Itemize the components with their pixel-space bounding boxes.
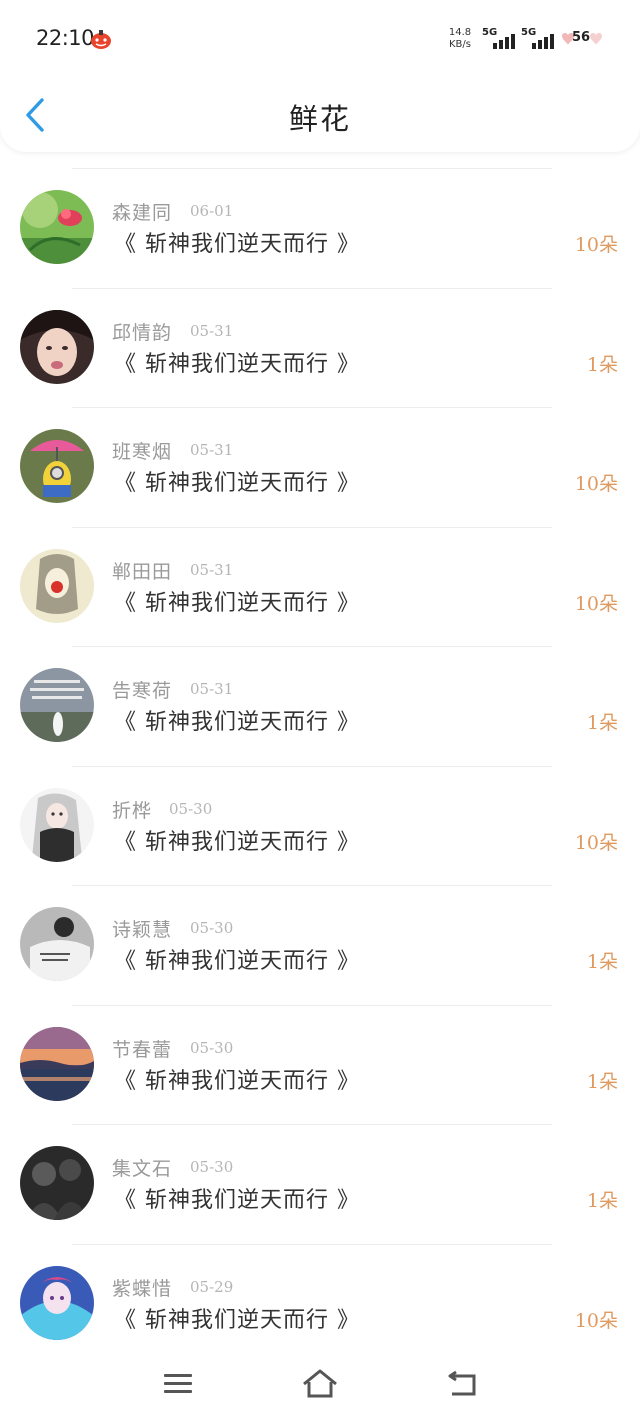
send-date: 05-30 bbox=[190, 1158, 234, 1176]
list-item[interactable]: 集文石 05-30 《 斩神我们逆天而行 》 1朵 bbox=[0, 1124, 640, 1244]
signal-5g-sim1: 5G bbox=[482, 27, 516, 49]
network-speed-unit: KB/s bbox=[449, 39, 471, 50]
list-item[interactable]: 郸田田 05-31 《 斩神我们逆天而行 》 10朵 bbox=[0, 526, 640, 647]
avatar[interactable] bbox=[20, 1026, 94, 1101]
list-item[interactable]: 班寒烟 05-31 《 斩神我们逆天而行 》 10朵 bbox=[0, 407, 640, 527]
send-date: 05-31 bbox=[190, 441, 234, 459]
book-title[interactable]: 《 斩神我们逆天而行 》 bbox=[114, 226, 360, 258]
sender-name: 告寒荷 bbox=[112, 680, 173, 702]
avatar[interactable] bbox=[20, 548, 94, 623]
book-title[interactable]: 《 斩神我们逆天而行 》 bbox=[114, 1063, 360, 1095]
flower-count: 1朵 bbox=[586, 1190, 618, 1212]
send-date: 05-30 bbox=[190, 919, 234, 937]
book-title[interactable]: 《 斩神我们逆天而行 》 bbox=[114, 704, 360, 736]
menu-button[interactable] bbox=[158, 1366, 198, 1402]
home-icon bbox=[303, 1369, 337, 1398]
flower-count: 1朵 bbox=[586, 712, 618, 734]
avatar[interactable] bbox=[20, 1265, 94, 1340]
avatar[interactable] bbox=[20, 907, 94, 981]
sender-name: 紫蝶惜 bbox=[112, 1277, 173, 1300]
send-date: 05-31 bbox=[190, 321, 234, 340]
battery-indicator: 56 bbox=[558, 28, 604, 50]
page-title: 鲜花 bbox=[288, 102, 351, 136]
send-date: 05-30 bbox=[190, 1038, 234, 1057]
list-item[interactable]: 森建同 06-01 《 斩神我们逆天而行 》 10朵 bbox=[0, 168, 640, 288]
flower-count: 1朵 bbox=[586, 353, 618, 376]
signal-5g-sim2: 5G bbox=[521, 27, 555, 49]
signal-label: 5G bbox=[521, 27, 537, 38]
list-item[interactable]: 节春蕾 05-30 《 斩神我们逆天而行 》 1朵 bbox=[0, 1004, 640, 1125]
avatar[interactable] bbox=[20, 429, 94, 503]
back-icon bbox=[448, 1370, 476, 1396]
signal-label: 5G bbox=[482, 27, 498, 38]
list-item[interactable]: 折桦 05-30 《 斩神我们逆天而行 》 10朵 bbox=[0, 765, 640, 886]
avatar[interactable] bbox=[20, 668, 94, 742]
book-title[interactable]: 《 斩神我们逆天而行 》 bbox=[114, 1302, 360, 1334]
avatar[interactable] bbox=[20, 309, 94, 384]
book-title[interactable]: 《 斩神我们逆天而行 》 bbox=[114, 1182, 360, 1214]
flower-count: 10朵 bbox=[574, 473, 618, 495]
network-speed: 14.8 KB/s bbox=[446, 27, 474, 51]
book-title[interactable]: 《 斩神我们逆天而行 》 bbox=[114, 824, 360, 856]
flower-list: 森建同 06-01 《 斩神我们逆天而行 》 10朵 邱情韵 05-31 《 斩… bbox=[0, 168, 640, 1363]
sender-name: 班寒烟 bbox=[112, 441, 173, 463]
avatar[interactable] bbox=[20, 787, 94, 862]
flower-count: 10朵 bbox=[574, 592, 618, 615]
flower-count: 10朵 bbox=[574, 1309, 618, 1332]
flower-count: 10朵 bbox=[574, 831, 618, 854]
book-title[interactable]: 《 斩神我们逆天而行 》 bbox=[114, 346, 360, 378]
flower-count: 1朵 bbox=[586, 951, 618, 973]
return-button[interactable] bbox=[442, 1366, 482, 1402]
list-item[interactable]: 邱情韵 05-31 《 斩神我们逆天而行 》 1朵 bbox=[0, 287, 640, 408]
book-title[interactable]: 《 斩神我们逆天而行 》 bbox=[114, 465, 360, 497]
sender-name: 折桦 bbox=[112, 799, 153, 822]
system-nav-bar bbox=[0, 1350, 640, 1422]
send-date: 05-29 bbox=[190, 1277, 234, 1296]
list-item[interactable]: 紫蝶惜 05-29 《 斩神我们逆天而行 》 10朵 bbox=[0, 1243, 640, 1364]
flower-count: 1朵 bbox=[586, 1070, 618, 1093]
status-bar: 22:10 14.8 KB/s 5G 5G 56 bbox=[0, 0, 640, 78]
book-title[interactable]: 《 斩神我们逆天而行 》 bbox=[114, 585, 360, 617]
home-button[interactable] bbox=[300, 1366, 340, 1402]
send-date: 05-30 bbox=[169, 799, 213, 818]
avatar[interactable] bbox=[20, 1146, 94, 1220]
book-title[interactable]: 《 斩神我们逆天而行 》 bbox=[114, 943, 360, 975]
send-date: 06-01 bbox=[190, 202, 234, 220]
sender-name: 节春蕾 bbox=[112, 1038, 173, 1061]
status-time: 22:10 bbox=[36, 26, 95, 50]
list-item[interactable]: 诗颖慧 05-30 《 斩神我们逆天而行 》 1朵 bbox=[0, 885, 640, 1005]
sender-name: 邱情韵 bbox=[112, 321, 173, 344]
sender-name: 诗颖慧 bbox=[112, 919, 173, 941]
send-date: 05-31 bbox=[190, 560, 234, 579]
app-notification-icon bbox=[90, 28, 112, 50]
sender-name: 郸田田 bbox=[112, 560, 173, 583]
send-date: 05-31 bbox=[190, 680, 234, 698]
header: 22:10 14.8 KB/s 5G 5G 56 鲜花 bbox=[0, 0, 640, 152]
sender-name: 森建同 bbox=[112, 202, 173, 224]
network-speed-value: 14.8 bbox=[448, 27, 472, 38]
sender-name: 集文石 bbox=[112, 1158, 173, 1180]
flower-count: 10朵 bbox=[574, 234, 618, 256]
battery-level: 56 bbox=[572, 30, 591, 45]
list-item[interactable]: 告寒荷 05-31 《 斩神我们逆天而行 》 1朵 bbox=[0, 646, 640, 766]
avatar[interactable] bbox=[20, 190, 94, 264]
menu-icon bbox=[164, 1374, 192, 1393]
